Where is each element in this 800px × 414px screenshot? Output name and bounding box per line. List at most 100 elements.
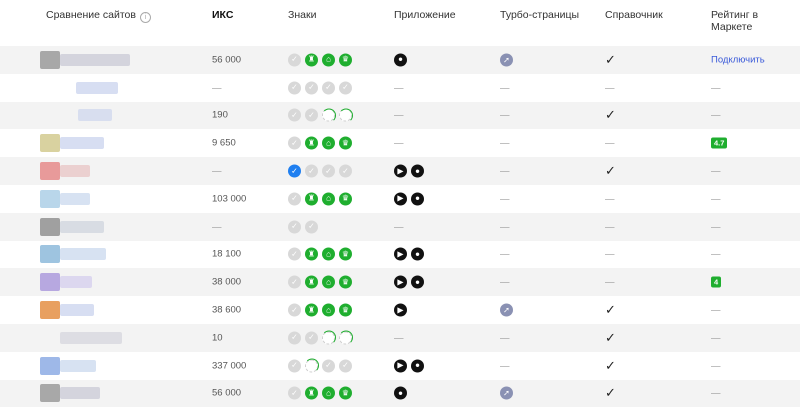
popular-badge-icon: ⌂ — [322, 247, 335, 261]
site-name[interactable] — [60, 276, 92, 289]
google-play-icon[interactable]: ▶ — [394, 303, 407, 317]
google-play-icon[interactable]: ▶ — [394, 275, 407, 289]
google-play-icon[interactable]: ▶ — [394, 192, 407, 206]
google-play-icon[interactable]: ▶ — [394, 164, 407, 178]
site-name[interactable] — [60, 192, 90, 205]
check-badge-icon: ✓ — [288, 247, 301, 261]
site-name[interactable] — [60, 387, 100, 400]
apple-icon[interactable]: ● — [394, 53, 407, 67]
apple-icon[interactable]: ● — [411, 164, 424, 178]
rocket-icon[interactable]: ➚ — [500, 303, 513, 317]
check-icon: ✓ — [605, 385, 616, 401]
crown-badge-icon: ♛ — [339, 303, 352, 317]
check-badge-icon: ✓ — [288, 192, 301, 206]
popular-badge-icon — [321, 108, 336, 123]
secure-badge-icon: ✓ — [305, 108, 318, 122]
iks-column-header[interactable]: ИКС — [212, 9, 233, 21]
apple-icon[interactable]: ● — [394, 386, 407, 400]
directory-column-header: Справочник — [605, 9, 663, 21]
site-favicon — [40, 356, 60, 375]
market-empty: — — [711, 304, 721, 316]
rocket-icon[interactable]: ➚ — [500, 53, 513, 67]
turbo-empty: — — [500, 193, 510, 205]
directory-empty: — — [605, 137, 615, 149]
market-rating-badge: 4.7 — [711, 137, 728, 149]
app-icons: ▶ ● — [394, 164, 424, 178]
app-column-header: Приложение — [394, 9, 456, 21]
site-favicon — [40, 189, 60, 208]
iks-value: 10 — [212, 332, 223, 344]
app-icons: ▶ ● — [394, 275, 424, 289]
site-name[interactable] — [60, 359, 96, 372]
apple-icon[interactable]: ● — [411, 359, 424, 373]
crown-badge-icon: ♛ — [339, 386, 352, 400]
signs-badges: ✓ ✓ ✓ ✓ — [288, 164, 352, 178]
site-favicon — [40, 217, 60, 236]
google-play-icon[interactable]: ▶ — [394, 247, 407, 261]
site-name[interactable] — [60, 220, 104, 233]
crown-badge-icon: ♛ — [339, 275, 352, 289]
secure-badge-icon: ♜ — [305, 136, 318, 150]
check-badge-icon: ✓ — [288, 275, 301, 289]
table-row: — ✓ ✓ ✓ ✓ ▶ ● — ✓ — — [0, 157, 800, 185]
turbo-empty: — — [500, 332, 510, 344]
signs-badges: ✓ ♜ ⌂ ♛ — [288, 275, 352, 289]
crown-badge-icon: ♛ — [339, 136, 352, 150]
market-empty: — — [711, 332, 721, 344]
secure-badge-icon: ♜ — [305, 192, 318, 206]
market-empty: — — [711, 221, 721, 233]
secure-badge-icon: ♜ — [305, 247, 318, 261]
crown-badge-icon — [338, 108, 353, 123]
iks-value: — — [212, 221, 222, 233]
sites-comparison-table: Сравнение сайтов i ИКС Знаки Приложение Т… — [0, 0, 800, 408]
directory-empty: — — [605, 248, 615, 260]
apple-icon[interactable]: ● — [411, 275, 424, 289]
site-name[interactable] — [78, 109, 112, 122]
info-icon[interactable]: i — [139, 12, 151, 23]
table-header: Сравнение сайтов i ИКС Знаки Приложение Т… — [0, 0, 800, 46]
site-name[interactable] — [60, 248, 106, 261]
table-row: 38 000 ✓ ♜ ⌂ ♛ ▶ ● — —4 — [0, 268, 800, 297]
market-empty: — — [711, 193, 721, 205]
check-badge-icon: ✓ — [288, 386, 301, 400]
site-name[interactable] — [60, 165, 90, 178]
check-icon: ✓ — [605, 163, 616, 179]
check-badge-icon: ✓ — [288, 164, 301, 178]
app-icons: ▶ — [394, 303, 407, 317]
turbo-empty: — — [500, 360, 510, 372]
site-favicon — [40, 301, 60, 320]
rocket-icon[interactable]: ➚ — [500, 386, 513, 400]
secure-badge-icon: ✓ — [305, 220, 318, 234]
app-empty: — — [394, 109, 404, 121]
market-empty: — — [711, 165, 721, 177]
check-badge-icon: ✓ — [288, 136, 301, 150]
table-row: — ✓ ✓ ✓ ✓ — — — — — [0, 74, 800, 102]
site-favicon — [40, 384, 60, 403]
secure-badge-icon: ✓ — [305, 331, 318, 345]
site-name[interactable] — [60, 331, 122, 344]
apple-icon[interactable]: ● — [411, 247, 424, 261]
secure-badge-icon: ♜ — [305, 275, 318, 289]
iks-value: — — [212, 82, 222, 94]
signs-badges: ✓ ♜ ⌂ ♛ — [288, 303, 352, 317]
iks-value: 337 000 — [212, 360, 247, 372]
app-icons: ▶ ● — [394, 359, 424, 373]
signs-badges: ✓ ✓ — [288, 330, 353, 345]
site-name[interactable] — [60, 53, 130, 66]
check-badge-icon: ✓ — [288, 331, 301, 345]
site-name[interactable] — [60, 137, 104, 150]
apple-icon[interactable]: ● — [411, 192, 424, 206]
site-name[interactable] — [76, 81, 118, 94]
table-row: 38 600 ✓ ♜ ⌂ ♛ ▶ ➚ ✓ — — [0, 296, 800, 324]
connect-market-link[interactable]: Подключить — [711, 54, 765, 65]
compare-sites-header: Сравнение сайтов i — [46, 9, 151, 23]
secure-badge-icon: ♜ — [305, 53, 318, 67]
check-badge-icon: ✓ — [288, 53, 301, 67]
signs-badges: ✓ ✓ — [288, 220, 318, 234]
iks-value: 103 000 — [212, 193, 247, 205]
google-play-icon[interactable]: ▶ — [394, 359, 407, 373]
site-name[interactable] — [60, 304, 94, 317]
market-empty: — — [711, 82, 721, 94]
app-empty: — — [394, 82, 404, 94]
table-row: 337 000 ✓ ✓ ✓ ▶ ● — ✓ — — [0, 352, 800, 380]
